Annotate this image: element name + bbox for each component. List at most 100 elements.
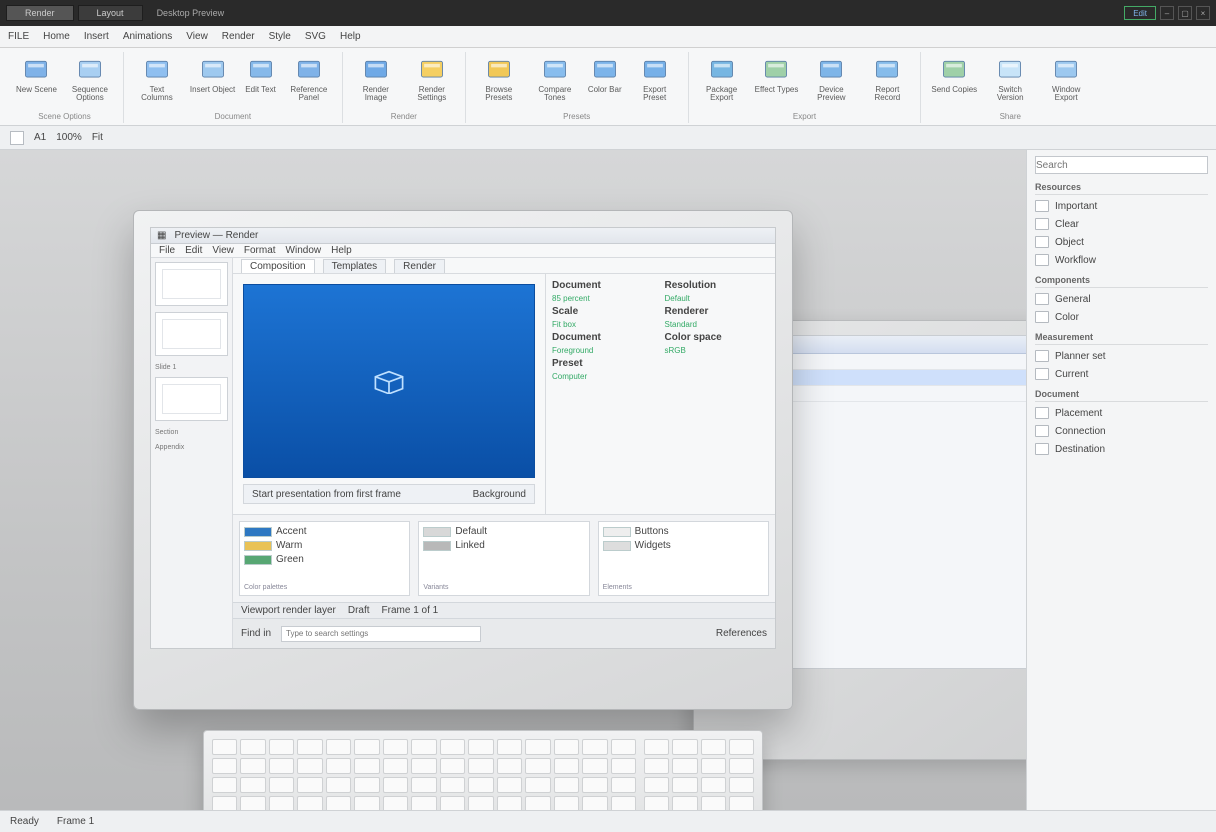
maximize-button[interactable]: ▢: [1178, 6, 1192, 20]
ribbon-send-button[interactable]: Send Copies: [929, 54, 979, 105]
props-item[interactable]: Destination: [1035, 442, 1208, 456]
qa-fit[interactable]: Fit: [92, 132, 103, 143]
props-item[interactable]: Planner set: [1035, 349, 1208, 363]
ribbon-new-scene-button[interactable]: New Scene: [14, 54, 59, 105]
keyboard-key: [212, 739, 237, 755]
ribbon-package-button[interactable]: Package Export: [697, 54, 747, 105]
thumb-3[interactable]: [155, 377, 228, 421]
props-item[interactable]: Connection: [1035, 424, 1208, 438]
inner-prop-value: Standard: [665, 320, 770, 329]
inner-prop-value: Foreground: [552, 346, 657, 355]
props-item-icon: [1035, 254, 1049, 266]
title-tab-2[interactable]: Layout: [78, 5, 143, 21]
props-item-label: Workflow: [1055, 255, 1096, 266]
inner-menu-file[interactable]: File: [159, 245, 175, 256]
ribbon-switch-button[interactable]: Switch Version: [985, 54, 1035, 105]
ribbon-effects-button[interactable]: Effect Types: [753, 54, 801, 105]
ribbon-color-button[interactable]: Color Bar: [586, 54, 624, 105]
properties-search-input[interactable]: [1035, 156, 1208, 174]
props-item-icon: [1035, 218, 1049, 230]
menu-render[interactable]: Render: [222, 31, 255, 42]
ribbon-columns-button[interactable]: Text Columns: [132, 54, 182, 105]
window-edit-button[interactable]: Edit: [1124, 6, 1156, 20]
swatch-label: Widgets: [635, 540, 671, 551]
props-item[interactable]: Color: [1035, 310, 1208, 324]
gallery-card[interactable]: AccentWarmGreenColor palettes: [239, 521, 410, 596]
props-item[interactable]: Important: [1035, 199, 1208, 213]
ribbon-insert-button[interactable]: Insert Object: [188, 54, 237, 105]
qa-zoom[interactable]: 100%: [56, 132, 82, 143]
keyboard-key: [269, 739, 294, 755]
props-item[interactable]: General: [1035, 292, 1208, 306]
swatch-label: Warm: [276, 540, 302, 551]
ribbon-group-label: Document: [215, 112, 251, 121]
ribbon-device-button[interactable]: Device Preview: [806, 54, 856, 105]
qa-icon[interactable]: [10, 131, 24, 145]
keyboard-key: [411, 739, 436, 755]
inner-menu-edit[interactable]: Edit: [185, 245, 202, 256]
gallery-card[interactable]: DefaultLinkedVariants: [418, 521, 589, 596]
thumb-2[interactable]: [155, 312, 228, 356]
hero-footer-left: Start presentation from first frame: [252, 489, 401, 500]
menu-file[interactable]: FILE: [8, 31, 29, 42]
menu-insert[interactable]: Insert: [84, 31, 109, 42]
menu-home[interactable]: Home: [43, 31, 70, 42]
menu-svg[interactable]: SVG: [305, 31, 326, 42]
inner-tab-composition[interactable]: Composition: [241, 259, 315, 273]
keyboard-key: [212, 758, 237, 774]
inner-prop-value: Fit box: [552, 320, 657, 329]
inner-menu-window[interactable]: Window: [286, 245, 322, 256]
inner-tab-render[interactable]: Render: [394, 259, 445, 273]
ribbon-compare-button[interactable]: Compare Tones: [530, 54, 580, 105]
ribbon-browse-button[interactable]: Browse Presets: [474, 54, 524, 105]
props-item[interactable]: Object: [1035, 235, 1208, 249]
swatch: [423, 527, 451, 537]
inner-menu-help[interactable]: Help: [331, 245, 352, 256]
keyboard-key: [554, 777, 579, 793]
props-item[interactable]: Current: [1035, 367, 1208, 381]
props-item[interactable]: Workflow: [1035, 253, 1208, 267]
hero-footer-right[interactable]: Background: [473, 489, 526, 500]
minimize-button[interactable]: –: [1160, 6, 1174, 20]
keyboard-key: [440, 758, 465, 774]
keyboard-key: [326, 739, 351, 755]
ribbon-window-button[interactable]: Window Export: [1041, 54, 1091, 105]
menu-help[interactable]: Help: [340, 31, 361, 42]
ribbon-image-button[interactable]: Render Image: [351, 54, 401, 105]
inner-prop-value: Computer: [552, 372, 657, 381]
ribbon-settings-button[interactable]: Render Settings: [407, 54, 457, 105]
props-item[interactable]: Clear: [1035, 217, 1208, 231]
menu-style[interactable]: Style: [269, 31, 291, 42]
inner-foot-right[interactable]: References: [716, 628, 767, 639]
menu-animations[interactable]: Animations: [123, 31, 172, 42]
props-item-icon: [1035, 200, 1049, 212]
title-doc: Desktop Preview: [157, 8, 225, 18]
ribbon-export-button[interactable]: Export Preset: [630, 54, 680, 105]
ribbon-open-button[interactable]: Sequence Options: [65, 54, 115, 105]
title-tab-1[interactable]: Render: [6, 5, 74, 21]
gallery-card[interactable]: ButtonsWidgetsElements: [598, 521, 769, 596]
close-button[interactable]: ×: [1196, 6, 1210, 20]
canvas-3d-viewport[interactable]: Selected Set up device Layers ▦ Preview …: [0, 150, 1026, 832]
thumb-1[interactable]: [155, 262, 228, 306]
ribbon-group-label: Scene Options: [38, 112, 90, 121]
inner-thumbnail-rail[interactable]: Slide 1 Section Appendix: [151, 258, 233, 648]
keyboard-key: [212, 777, 237, 793]
inner-menu-view[interactable]: View: [212, 245, 234, 256]
menu-view[interactable]: View: [186, 31, 208, 42]
props-item-label: Object: [1055, 237, 1084, 248]
keyboard-key: [240, 739, 265, 755]
props-heading: Measurement: [1035, 332, 1208, 345]
ribbon-reference-button[interactable]: Reference Panel: [284, 54, 334, 105]
inner-search-input[interactable]: [281, 626, 481, 642]
props-item-icon: [1035, 443, 1049, 455]
props-item[interactable]: Placement: [1035, 406, 1208, 420]
inner-tab-templates[interactable]: Templates: [323, 259, 387, 273]
box-icon: [372, 368, 406, 394]
ribbon-report-button[interactable]: Report Record: [862, 54, 912, 105]
ribbon-edit-button[interactable]: Edit Text: [243, 54, 278, 105]
inner-menu-format[interactable]: Format: [244, 245, 276, 256]
keyboard-key: [582, 758, 607, 774]
keyboard-key: [525, 739, 550, 755]
keyboard-key: [240, 758, 265, 774]
